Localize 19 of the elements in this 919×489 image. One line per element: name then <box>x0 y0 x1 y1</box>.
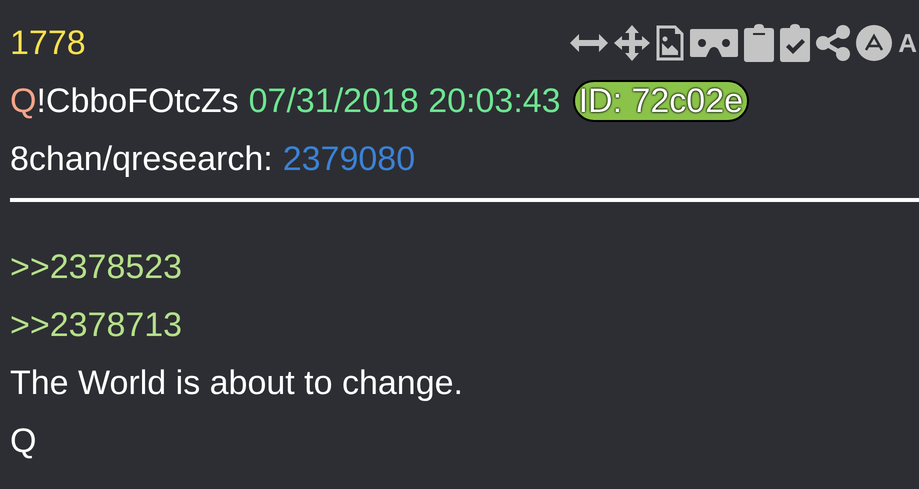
board-label: 8chan/qresearch: <box>10 139 273 180</box>
author-name: Q <box>10 81 36 122</box>
vr-headset-icon[interactable] <box>690 29 738 57</box>
clipboard-check-icon[interactable] <box>780 24 810 62</box>
image-file-icon[interactable] <box>656 25 684 61</box>
share-icon[interactable] <box>816 25 850 61</box>
clipboard-icon[interactable] <box>744 24 774 62</box>
reply-link[interactable]: >>2378713 <box>10 296 182 354</box>
post-text-line: Q <box>10 421 36 462</box>
post-timestamp: 07/31/2018 20:03:43 <box>248 81 561 122</box>
post-number: 1778 <box>10 23 86 64</box>
horizontal-arrows-icon[interactable] <box>570 32 608 54</box>
text-size-toggle[interactable]: A <box>898 30 919 56</box>
poster-id-badge: ID: 72c02e <box>572 80 750 122</box>
post-text-line: The World is about to change. <box>10 363 463 404</box>
circled-a-icon[interactable] <box>856 25 892 61</box>
tripcode: !CbboFOtcZs <box>36 81 239 122</box>
move-arrows-icon[interactable] <box>614 25 650 61</box>
reply-link[interactable]: >>2378523 <box>10 238 182 296</box>
